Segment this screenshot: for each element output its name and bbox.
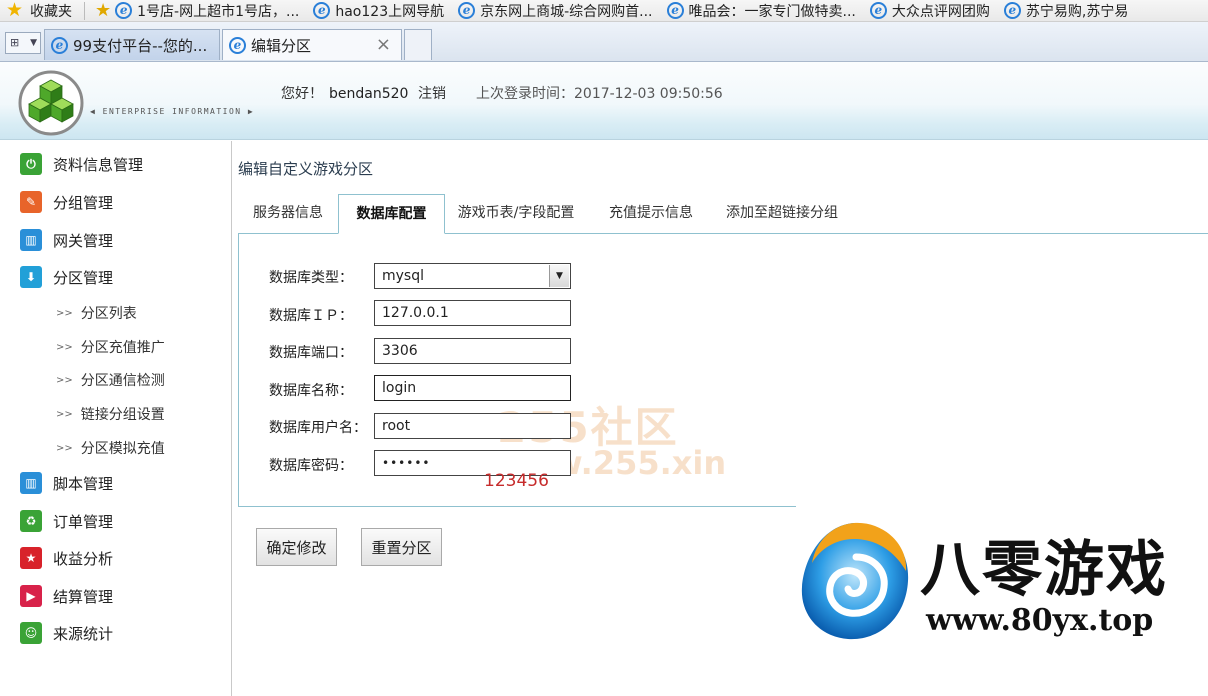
favorite-link[interactable]: e hao123上网导航 (313, 1, 444, 21)
brand-logo-icon (801, 522, 909, 640)
new-tab-button[interactable] (404, 29, 432, 60)
reset-zone-button[interactable]: 重置分区 (361, 528, 442, 566)
ie-icon: e (313, 2, 331, 19)
double-chevron-icon: >> (56, 408, 73, 420)
db-type-label: 数据库类型： (269, 270, 353, 286)
download-icon: ⬇ (20, 266, 42, 288)
sidebar-subitem-link-groups[interactable]: >> 链接分组设置 (56, 404, 165, 424)
pencil-icon: ✎ (20, 191, 42, 213)
tab-database-config[interactable]: 数据库配置 (338, 194, 445, 234)
sidebar-item-profile[interactable]: ⏻ 资料信息管理 (20, 153, 143, 175)
double-chevron-icon: >> (56, 374, 73, 386)
quick-tabs-button[interactable]: ⊞ ▼ (5, 32, 41, 54)
browser-tab[interactable]: e 99支付平台--您的... (44, 29, 220, 60)
favorite-link[interactable]: e 京东网上商城-综合网购首... (458, 1, 653, 21)
password-hint: 123456 (484, 471, 549, 491)
grid-icon: ▥ (20, 472, 42, 494)
browser-tab-bar: ⊞ ▼ e 99支付平台--您的... e 编辑分区 × (0, 22, 1208, 62)
db-name-label: 数据库名称： (269, 383, 353, 399)
db-ip-label: 数据库ＩＰ： (269, 308, 353, 324)
sidebar-subitem-zone-check[interactable]: >> 分区通信检测 (56, 370, 165, 390)
tab-add-link-group[interactable]: 添加至超链接分组 (716, 194, 848, 234)
database-form: 255社区 www.255.xin 数据库类型： mysql ▼ 数据库ＩＰ： … (238, 233, 1208, 507)
db-ip-input[interactable]: 127.0.0.1 (374, 300, 571, 326)
ie-icon: e (458, 2, 476, 19)
db-user-input[interactable]: root (374, 413, 571, 439)
ie-icon: e (1003, 2, 1021, 19)
chevron-down-icon: ▼ (30, 38, 37, 48)
db-name-input[interactable]: login (374, 375, 571, 401)
brand-watermark: 八零游戏 www.80yx.top (796, 505, 1208, 696)
site-header: ◀ ENTERPRISE INFORMATION ▶ 您好！ bendan520 … (0, 62, 1208, 140)
sidebar-subitem-zone-sim-recharge[interactable]: >> 分区模拟充值 (56, 438, 165, 458)
ie-icon: e (229, 36, 246, 54)
tab-currency-fields[interactable]: 游戏币表/字段配置 (448, 194, 584, 234)
logo-caption: ◀ ENTERPRISE INFORMATION ▶ (90, 107, 255, 116)
cube-logo-icon (18, 70, 84, 136)
play-icon: ▶ (20, 585, 42, 607)
add-favorite-icon[interactable]: ★ (95, 1, 111, 20)
ie-icon: e (869, 2, 887, 19)
favorites-star-icon[interactable]: ★ (6, 0, 26, 21)
logout-link[interactable]: 注销 (418, 83, 446, 103)
sidebar-item-scripts[interactable]: ▥ 脚本管理 (20, 472, 113, 494)
favorite-link[interactable]: e 唯品会：一家专门做特卖... (666, 1, 856, 21)
db-password-label: 数据库密码： (269, 458, 353, 474)
config-tabs: 服务器信息 数据库配置 游戏币表/字段配置 充值提示信息 添加至超链接分组 (238, 194, 1208, 234)
sidebar-item-settlement[interactable]: ▶ 结算管理 (20, 585, 113, 607)
tab-recharge-tips[interactable]: 充值提示信息 (595, 194, 707, 234)
recycle-icon: ♻ (20, 510, 42, 532)
favorites-label[interactable]: 收藏夹 (30, 1, 72, 21)
sidebar-item-zones[interactable]: ⬇ 分区管理 (20, 266, 113, 288)
page-title: 编辑自定义游戏分区 (238, 160, 374, 178)
confirm-button[interactable]: 确定修改 (256, 528, 337, 566)
grid-icon: ▥ (20, 229, 42, 251)
power-icon: ⏻ (20, 153, 42, 175)
db-port-input[interactable]: 3306 (374, 338, 571, 364)
double-chevron-icon: >> (56, 442, 73, 454)
favorite-link[interactable]: e 大众点评网团购 (869, 1, 990, 21)
sidebar-item-revenue[interactable]: ★ 收益分析 (20, 547, 113, 569)
db-port-label: 数据库端口： (269, 345, 353, 361)
tab-server-info[interactable]: 服务器信息 (238, 194, 338, 234)
browser-tab-active[interactable]: e 编辑分区 × (222, 29, 402, 60)
sidebar-subitem-zone-promo[interactable]: >> 分区充值推广 (56, 337, 165, 357)
brand-name: 八零游戏 (920, 535, 1168, 605)
favorite-link[interactable]: e 1号店-网上超市1号店，... (115, 1, 299, 21)
double-chevron-icon: >> (56, 307, 73, 319)
star-icon: ★ (20, 547, 42, 569)
favorite-link[interactable]: e 苏宁易购,苏宁易 (1003, 1, 1128, 21)
ie-icon: e (115, 2, 133, 19)
ie-icon: e (51, 36, 68, 54)
sidebar-item-groups[interactable]: ✎ 分组管理 (20, 191, 113, 213)
db-type-select[interactable]: mysql ▼ (374, 263, 571, 289)
db-user-label: 数据库用户名： (269, 420, 367, 436)
close-icon[interactable]: × (376, 34, 391, 55)
sidebar-item-gateway[interactable]: ▥ 网关管理 (20, 229, 113, 251)
greeting: 您好！ bendan520 (281, 86, 409, 102)
sidebar: ⏻ 资料信息管理 ✎ 分组管理 ▥ 网关管理 ⬇ 分区管理 >> 分区列表 >> 分… (0, 141, 232, 696)
brand-url: www.80yx.top (926, 603, 1154, 638)
chevron-down-icon[interactable]: ▼ (549, 265, 569, 287)
favorites-bar: ★ 收藏夹 ★ e 1号店-网上超市1号店，... e hao123上网导航 e 京东… (0, 0, 1208, 22)
ie-icon: e (666, 2, 684, 19)
sidebar-item-orders[interactable]: ♻ 订单管理 (20, 510, 113, 532)
username: bendan520 (329, 86, 409, 102)
last-login-time: 上次登录时间：2017-12-03 09:50:56 (476, 86, 723, 102)
sidebar-item-sources[interactable]: ☺ 来源统计 (20, 622, 113, 644)
smile-icon: ☺ (20, 622, 42, 644)
sidebar-subitem-zone-list[interactable]: >> 分区列表 (56, 303, 137, 323)
double-chevron-icon: >> (56, 341, 73, 353)
divider (84, 1, 85, 20)
